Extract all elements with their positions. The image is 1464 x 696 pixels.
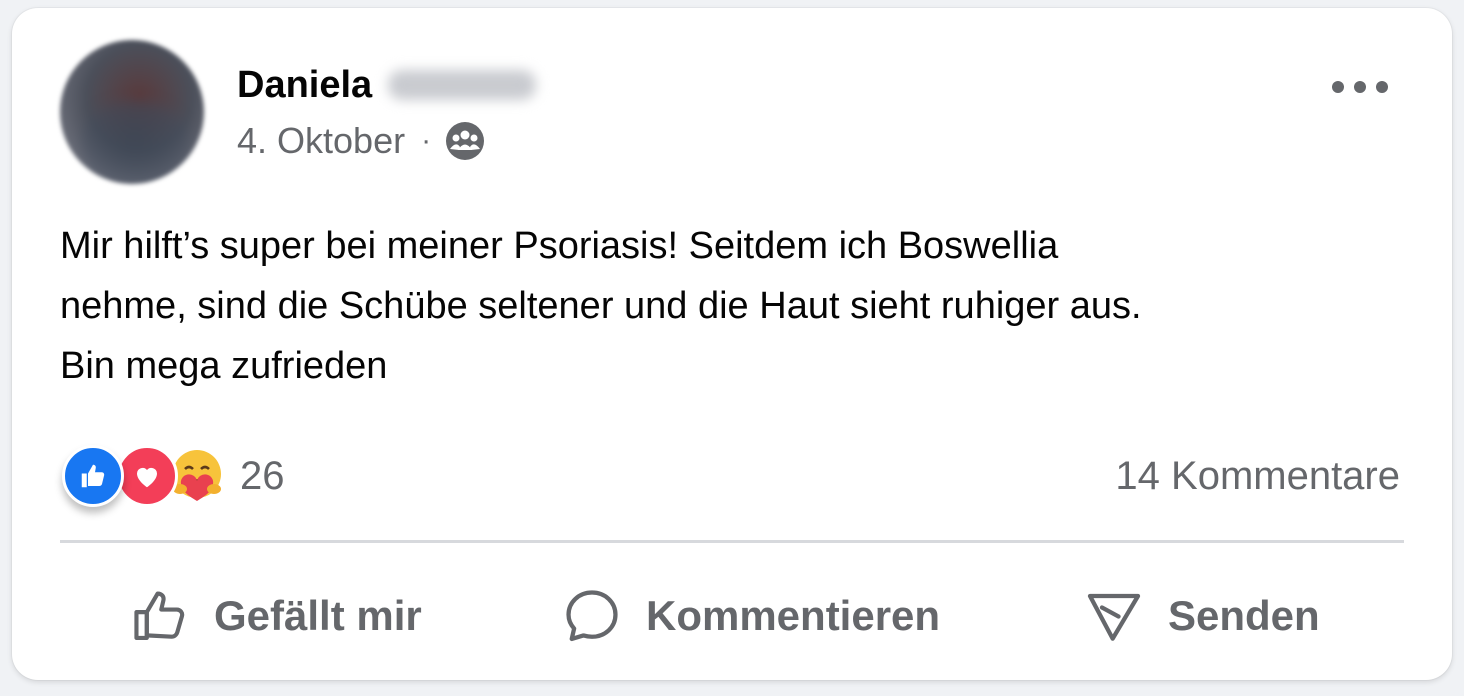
- meta-separator: ·: [421, 124, 432, 157]
- author-name[interactable]: Daniela: [237, 62, 537, 108]
- send-icon: [1087, 593, 1141, 641]
- post-card: Daniela 4. Oktober · Mir hilft’s super b…: [12, 8, 1452, 680]
- like-button[interactable]: Gefällt mir: [130, 578, 422, 654]
- love-reaction-icon: [116, 445, 178, 507]
- reaction-count[interactable]: 26: [240, 454, 285, 499]
- reactions-summary[interactable]: 26: [62, 445, 285, 507]
- post-meta: 4. Oktober ·: [237, 118, 485, 164]
- post-text: Mir hilft’s super bei meiner Psoriasis! …: [60, 225, 1142, 387]
- post-date[interactable]: 4. Oktober: [237, 118, 405, 164]
- thumbs-up-icon: [134, 591, 185, 641]
- comment-button[interactable]: Kommentieren: [560, 578, 940, 654]
- like-button-label: Gefällt mir: [214, 592, 422, 639]
- comment-icon: [566, 590, 618, 642]
- send-button-label: Senden: [1168, 592, 1320, 639]
- comment-button-label: Kommentieren: [646, 592, 941, 639]
- author-first-name[interactable]: Daniela: [237, 62, 372, 108]
- group-icon: [446, 122, 485, 160]
- comments-count[interactable]: 14 Kommentare: [1115, 452, 1400, 500]
- send-button[interactable]: Senden: [1082, 578, 1320, 654]
- like-reaction-icon: [62, 445, 124, 507]
- action-bar: Gefällt mir Kommentieren Senden: [60, 578, 1404, 654]
- divider: [60, 540, 1404, 543]
- blurred-surname: [388, 70, 537, 100]
- more-options-icon[interactable]: [1332, 72, 1388, 102]
- avatar[interactable]: [60, 40, 204, 184]
